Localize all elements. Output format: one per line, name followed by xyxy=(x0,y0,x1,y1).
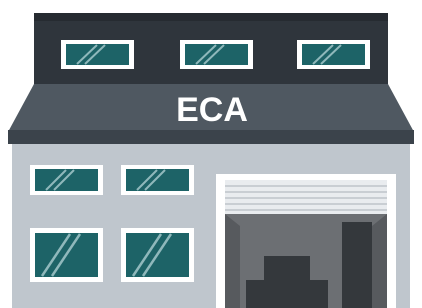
upper-window xyxy=(297,40,370,69)
lower-window-large xyxy=(30,228,103,282)
roof-cap xyxy=(34,13,388,21)
lower-window xyxy=(121,165,194,195)
tall-shelf xyxy=(342,222,372,308)
garage-door xyxy=(216,174,396,308)
lower-window-large xyxy=(121,228,194,282)
lower-window xyxy=(30,165,103,195)
upper-window xyxy=(180,40,253,69)
stacked-box xyxy=(246,280,328,308)
garage-floor-shadow xyxy=(225,214,240,308)
store-sign-text: ECA xyxy=(176,91,248,129)
upper-window xyxy=(61,40,134,69)
storefront-illustration: ECA xyxy=(8,13,414,308)
roof-awning-edge xyxy=(8,130,414,144)
